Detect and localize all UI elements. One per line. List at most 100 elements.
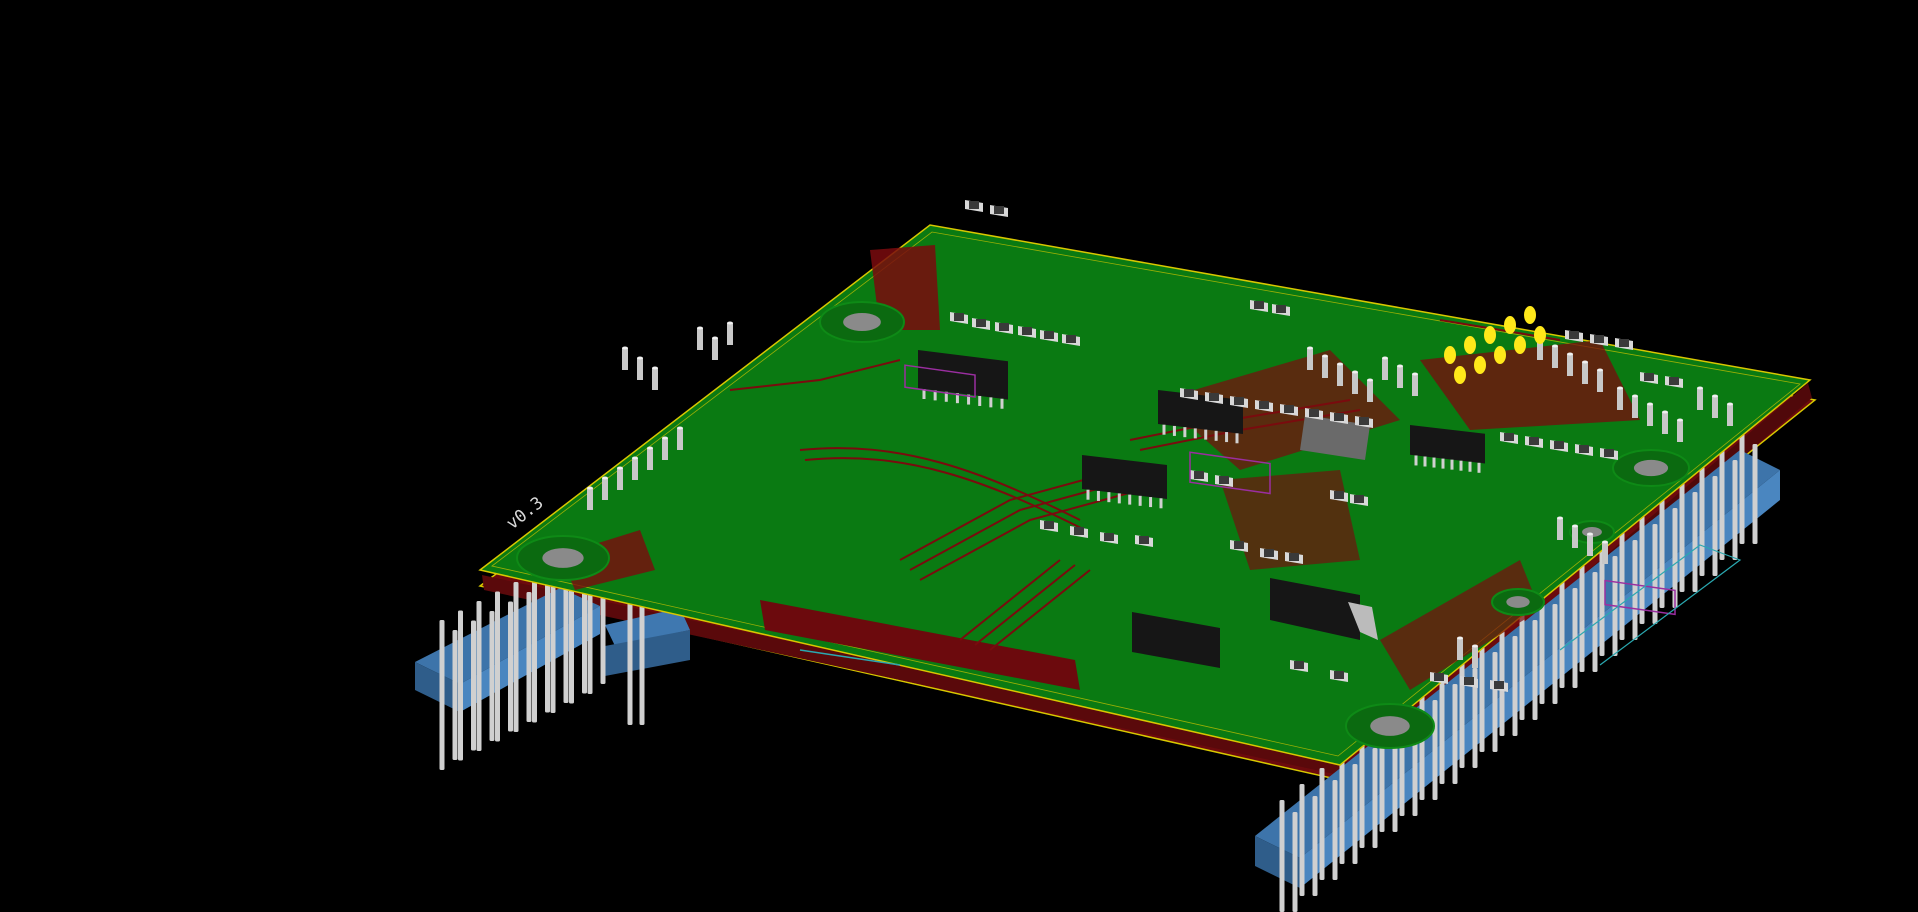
smd-passive-body bbox=[1504, 433, 1514, 441]
smd-passive-body bbox=[1604, 449, 1614, 457]
through-hole-pin bbox=[1367, 380, 1373, 402]
smd-passive-body bbox=[1529, 437, 1539, 445]
through-hole-pin-top bbox=[712, 336, 718, 340]
header-pin bbox=[1292, 812, 1298, 912]
through-hole-pin bbox=[1322, 356, 1328, 378]
smd-passive-body bbox=[1289, 553, 1299, 561]
header-pin bbox=[476, 601, 482, 751]
smd-passive-body bbox=[1284, 405, 1294, 413]
through-hole-pin bbox=[1307, 348, 1313, 370]
ic-pin bbox=[1117, 493, 1121, 504]
ic-pin bbox=[1149, 497, 1153, 508]
through-hole-pin-top bbox=[1352, 370, 1358, 374]
smd-passive-body bbox=[1354, 495, 1364, 503]
smd-passive-body bbox=[1259, 401, 1269, 409]
through-hole-pin-top bbox=[1712, 394, 1718, 398]
ic-pin bbox=[1183, 427, 1187, 438]
smd-passive-body bbox=[1334, 491, 1344, 499]
smd-passive-body bbox=[1494, 681, 1504, 689]
through-hole-pin bbox=[652, 368, 658, 390]
mounting-hole bbox=[1370, 716, 1410, 736]
smd-passive-body bbox=[999, 323, 1009, 331]
smd-passive-body bbox=[1334, 671, 1344, 679]
through-hole-pin-top bbox=[1572, 524, 1578, 528]
header-pin bbox=[1619, 528, 1625, 640]
through-hole-pin-top bbox=[727, 321, 733, 325]
smd-passive-body bbox=[1044, 331, 1054, 339]
header-pin bbox=[1579, 560, 1585, 672]
header-pin bbox=[1479, 640, 1485, 752]
smd-passive-body bbox=[1276, 305, 1286, 313]
ic-pin bbox=[1086, 489, 1090, 500]
ic-pin bbox=[1138, 495, 1142, 506]
header-pin bbox=[452, 630, 458, 760]
header-pin bbox=[1732, 460, 1738, 560]
through-hole-pin bbox=[1472, 646, 1478, 668]
through-hole-pin bbox=[1727, 404, 1733, 426]
through-hole-pin bbox=[1582, 362, 1588, 384]
through-hole-pin bbox=[1552, 346, 1558, 368]
header-pin bbox=[1419, 688, 1425, 800]
through-hole-pin bbox=[1457, 638, 1463, 660]
mounting-hole bbox=[542, 548, 584, 568]
through-hole-pin bbox=[647, 448, 653, 470]
smd-passive-body bbox=[1334, 413, 1344, 421]
ic-pin bbox=[1432, 457, 1436, 468]
through-hole-pin bbox=[1712, 396, 1718, 418]
through-hole-pin-top bbox=[587, 486, 593, 490]
through-hole-pin-top bbox=[1307, 346, 1313, 350]
through-hole-pin-top bbox=[1557, 516, 1563, 520]
led bbox=[1454, 366, 1466, 384]
smd-passive-body bbox=[1619, 339, 1629, 347]
header-pin bbox=[458, 610, 463, 761]
through-hole-pin-top bbox=[1382, 356, 1388, 360]
header-pin bbox=[1739, 432, 1745, 544]
smd-passive-body bbox=[1579, 445, 1589, 453]
through-hole-pin-top bbox=[1697, 386, 1703, 390]
header-pin bbox=[439, 620, 445, 770]
header-pin bbox=[1659, 496, 1665, 608]
led bbox=[1464, 336, 1476, 354]
header-pin bbox=[1319, 768, 1325, 880]
header-pin bbox=[1372, 748, 1378, 848]
3d-viewer-canvas[interactable]: v0.3 bbox=[0, 0, 1918, 912]
through-hole-pin-top bbox=[602, 476, 608, 480]
header-pin bbox=[1719, 448, 1725, 560]
smd-passive-body bbox=[1669, 377, 1679, 385]
ic-pin bbox=[1225, 432, 1229, 443]
through-hole-pin-top bbox=[1582, 360, 1588, 364]
led bbox=[1494, 346, 1506, 364]
led bbox=[1444, 346, 1456, 364]
through-hole-pin-top bbox=[652, 366, 658, 370]
ic-pin bbox=[978, 395, 982, 406]
through-hole-pin-top bbox=[622, 346, 628, 350]
ic-pin bbox=[1159, 498, 1163, 509]
header-pin bbox=[526, 592, 532, 722]
through-hole-pin-top bbox=[1397, 364, 1403, 368]
mounting-hole bbox=[1506, 596, 1530, 608]
through-hole-pin bbox=[1412, 374, 1418, 396]
through-hole-pin bbox=[1352, 372, 1358, 394]
ic-pin bbox=[1441, 458, 1445, 469]
smd-passive-body bbox=[1554, 441, 1564, 449]
through-hole-pin bbox=[1587, 534, 1593, 556]
through-hole-pin bbox=[1397, 366, 1403, 388]
through-hole-pin bbox=[587, 488, 593, 510]
through-hole-pin bbox=[697, 328, 703, 350]
header-pin bbox=[1699, 464, 1705, 576]
through-hole-pin-top bbox=[1367, 378, 1373, 382]
smd-passive-body bbox=[954, 313, 964, 321]
through-hole-pin-top bbox=[1567, 352, 1573, 356]
smd-passive-body bbox=[1044, 521, 1054, 529]
header-pin bbox=[1632, 540, 1638, 640]
smd-passive-body bbox=[976, 319, 986, 327]
through-hole-pin bbox=[602, 478, 608, 500]
header-pin bbox=[1559, 576, 1565, 688]
header-pin bbox=[1692, 492, 1698, 592]
through-hole-pin bbox=[677, 428, 683, 450]
mounting-hole bbox=[1633, 459, 1669, 477]
smd-passive-body bbox=[1022, 327, 1032, 335]
ic-pin bbox=[1450, 459, 1454, 470]
through-hole-pin bbox=[1647, 404, 1653, 426]
through-hole-pin bbox=[617, 468, 623, 490]
